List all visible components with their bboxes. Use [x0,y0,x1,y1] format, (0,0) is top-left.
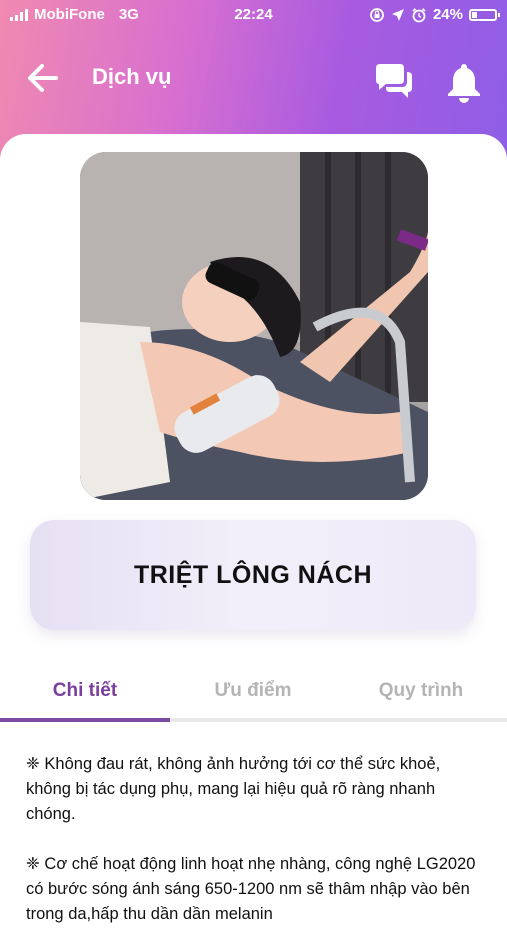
location-icon [391,8,404,21]
service-photo-illustration [80,152,428,500]
chat-icon[interactable] [372,60,416,104]
page-title: Dịch vụ [92,64,172,89]
battery-percentage: 24% [432,6,463,23]
detail-paragraph: ❈ Cơ chế hoạt động linh hoạt nhẹ nhàng, … [26,855,476,923]
detail-paragraph: ❈ Không đau rát, không ảnh hưởng tới cơ … [26,755,441,823]
status-right: 24% [369,6,500,23]
alarm-icon [412,7,426,22]
service-name: TRIỆT LÔNG NÁCH [133,560,373,589]
status-bar: MobiFone 3G 22:24 24% [0,0,507,32]
service-image [80,152,428,500]
tab-procedure[interactable]: Quy trình [336,680,506,702]
back-arrow-icon[interactable] [22,60,62,96]
tab-bar: Chi tiết Ưu điểm Quy trình [0,668,507,724]
service-name-card: TRIỆT LÔNG NÁCH [30,520,476,630]
details-content: ❈ Không đau rát, không ảnh hưởng tới cơ … [26,752,480,952]
screen-lock-icon [370,7,384,22]
tab-details[interactable]: Chi tiết [0,680,170,702]
navigation-bar: Dịch vụ [0,50,507,106]
bell-icon[interactable] [442,60,486,104]
battery-icon [469,8,500,21]
tab-advantages[interactable]: Ưu điểm [168,680,338,702]
active-tab-indicator [0,718,170,722]
